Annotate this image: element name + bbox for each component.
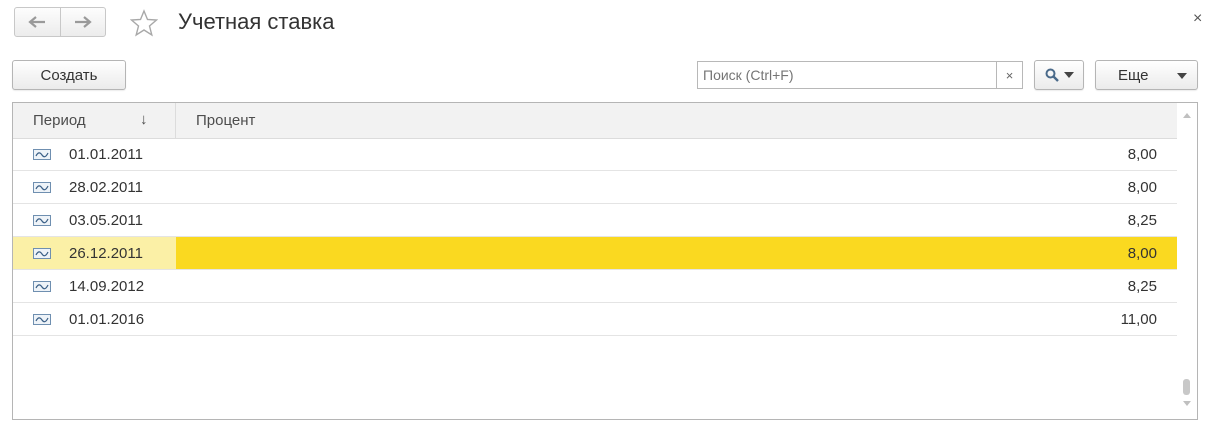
row-date: 03.05.2011 — [69, 212, 143, 229]
create-button[interactable]: Создать — [12, 60, 126, 90]
arrow-right-icon — [74, 16, 92, 28]
close-button[interactable]: × — [1193, 10, 1202, 28]
search-clear-button[interactable]: × — [996, 61, 1023, 89]
column-header-period[interactable]: Период — [33, 112, 86, 129]
row-percent: 8,25 — [1127, 212, 1157, 229]
more-label: Еще — [1118, 66, 1149, 84]
scroll-up-icon[interactable] — [1183, 113, 1191, 118]
back-button[interactable] — [15, 8, 60, 36]
search-button[interactable] — [1034, 60, 1084, 90]
rates-table: Период ↓ Процент 01.01.2011 8,00 28.02.2… — [12, 102, 1198, 420]
row-percent: 8,25 — [1127, 278, 1157, 295]
row-date: 28.02.2011 — [69, 179, 143, 196]
search-input[interactable] — [697, 61, 997, 89]
favorite-button[interactable] — [129, 9, 159, 42]
table-row[interactable]: 14.09.2012 8,25 — [13, 270, 1177, 303]
forward-button[interactable] — [59, 8, 106, 36]
column-divider — [175, 103, 176, 138]
register-record-icon — [33, 149, 51, 160]
magnifier-icon — [1045, 68, 1059, 82]
table-row[interactable]: 03.05.2011 8,25 — [13, 204, 1177, 237]
vertical-scrollbar[interactable] — [1177, 103, 1197, 419]
selected-row-highlight — [176, 237, 1177, 269]
table-header: Период ↓ Процент — [13, 103, 1177, 139]
dropdown-caret-icon — [1063, 72, 1074, 78]
sort-down-icon: ↓ — [140, 111, 148, 128]
register-record-icon — [33, 248, 51, 259]
table-row[interactable]: 28.02.2011 8,00 — [13, 171, 1177, 204]
row-percent: 8,00 — [1127, 146, 1157, 163]
column-header-percent[interactable]: Процент — [196, 112, 255, 129]
history-nav — [14, 7, 106, 37]
more-button[interactable]: Еще — [1095, 60, 1198, 90]
register-record-icon — [33, 281, 51, 292]
scroll-down-icon[interactable] — [1183, 401, 1191, 406]
table-body: 01.01.2011 8,00 28.02.2011 8,00 03.05.20… — [13, 138, 1177, 336]
row-percent: 11,00 — [1120, 311, 1157, 328]
row-date: 26.12.2011 — [69, 245, 143, 262]
arrow-left-icon — [28, 16, 46, 28]
row-percent: 8,00 — [1127, 179, 1157, 196]
row-percent: 8,00 — [1127, 245, 1157, 262]
table-row[interactable]: 01.01.2011 8,00 — [13, 138, 1177, 171]
row-date: 01.01.2016 — [69, 311, 145, 328]
register-record-icon — [33, 182, 51, 193]
row-date: 01.01.2011 — [69, 146, 143, 163]
register-record-icon — [33, 215, 51, 226]
star-icon — [129, 9, 159, 37]
scrollbar-thumb[interactable] — [1183, 379, 1190, 395]
row-date: 14.09.2012 — [69, 278, 145, 295]
chevron-down-icon — [1177, 73, 1187, 79]
page-title: Учетная ставка — [178, 9, 335, 34]
table-row-selected[interactable]: 26.12.2011 8,00 — [13, 237, 1177, 270]
register-record-icon — [33, 314, 51, 325]
table-row[interactable]: 01.01.2016 11,00 — [13, 303, 1177, 336]
